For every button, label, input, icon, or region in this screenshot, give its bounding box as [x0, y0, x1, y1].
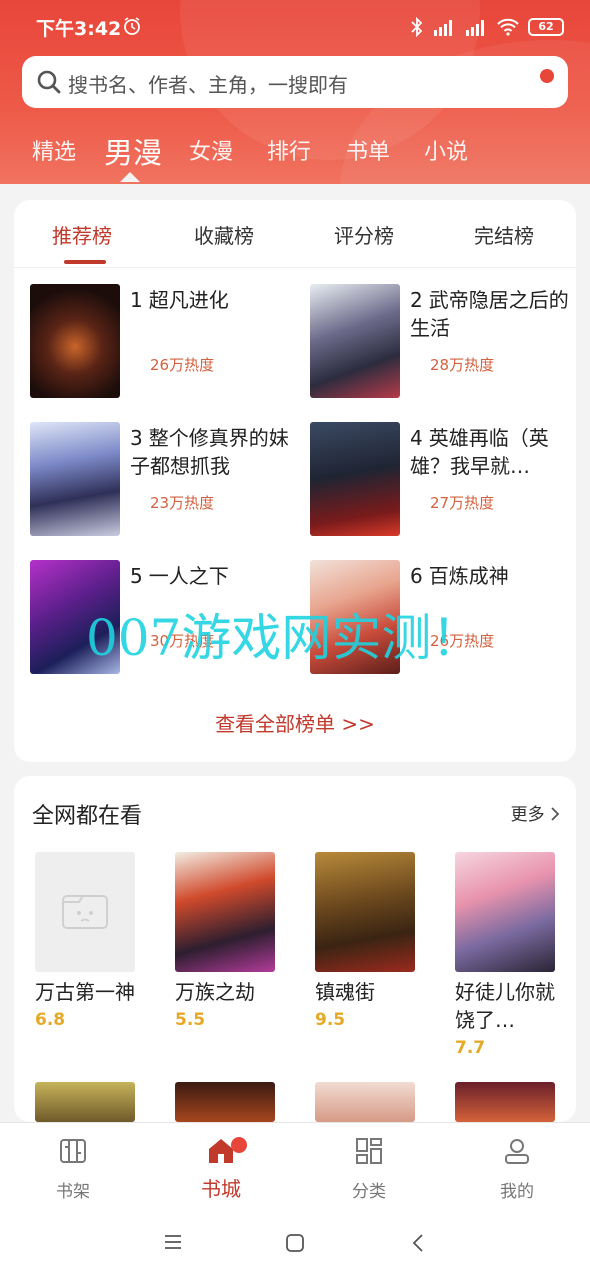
search-bar[interactable]: 搜书名、作者、主角，一搜即有	[22, 56, 568, 108]
nav-profile[interactable]: 我的	[462, 1135, 572, 1202]
search-icon	[37, 70, 61, 94]
signal-icon	[466, 20, 484, 36]
back-icon[interactable]	[408, 1232, 430, 1254]
grid-icon	[356, 1138, 382, 1164]
bookshelf-icon	[60, 1139, 86, 1163]
search-input[interactable]: 搜书名、作者、主角，一搜即有	[68, 69, 348, 98]
ranking-tabs: 推荐榜 收藏榜 评分榜 完结榜	[14, 200, 576, 268]
book-name: 万族之劫	[175, 980, 255, 1004]
tab-favorites[interactable]: 收藏榜	[194, 220, 254, 249]
notification-dot	[540, 69, 554, 83]
tab-rating[interactable]: 评分榜	[334, 220, 394, 249]
system-navigation-bar	[0, 1208, 590, 1278]
book-score: 5.5	[175, 1010, 206, 1030]
bottom-navigation: 书架 书城 分类 我的	[0, 1122, 590, 1208]
nav-category[interactable]: 分类	[314, 1135, 424, 1202]
ranking-card: 推荐榜 收藏榜 评分榜 完结榜 1 超凡进化 26万热度 2 武帝隐居之后的生活 2…	[14, 200, 576, 762]
battery-indicator: 62	[528, 18, 564, 36]
status-bar: 下午3:42 62	[0, 0, 590, 54]
rank-title: 5 一人之下	[130, 564, 229, 588]
notification-dot	[231, 1137, 247, 1153]
status-time: 下午3:42	[36, 18, 122, 40]
wifi-icon	[497, 18, 519, 36]
nav-label: 分类	[352, 1182, 386, 1202]
tab-recommended[interactable]: 推荐榜	[52, 220, 112, 249]
tab-completed[interactable]: 完结榜	[474, 220, 534, 249]
nav-label: 书架	[56, 1182, 90, 1202]
book-score: 7.7	[455, 1038, 486, 1058]
rank-item[interactable]: 3 整个修真界的妹子都想抓我 23万热度	[30, 422, 300, 542]
book-cover-partial[interactable]	[315, 1082, 415, 1122]
book-item[interactable]: 万古第一神 6.8	[35, 852, 137, 1030]
rank-heat: 27万热度	[430, 494, 495, 512]
rank-heat: 26万热度	[150, 356, 215, 374]
signal-hd-icon	[434, 20, 452, 36]
watermark: 007游戏网实测！	[86, 609, 482, 667]
more-label: 更多	[510, 805, 545, 825]
chevron-right-icon	[551, 807, 560, 821]
rank-title: 1 超凡进化	[130, 288, 229, 312]
user-icon	[505, 1139, 529, 1164]
tab-featured[interactable]: 精选	[32, 134, 76, 166]
book-item[interactable]: 万族之劫 5.5	[175, 852, 277, 1030]
book-cover	[455, 852, 555, 972]
book-name: 万古第一神	[35, 980, 135, 1004]
nav-label: 我的	[500, 1182, 534, 1202]
book-cover-partial[interactable]	[175, 1082, 275, 1122]
trending-card: 全网都在看 更多 万古第一神 6.8 万族之劫 5.5 镇魂街 9.5 好徒儿你…	[14, 776, 576, 1122]
book-name: 镇魂街	[315, 980, 375, 1004]
rank-heat: 28万热度	[430, 356, 495, 374]
alarm-icon	[124, 17, 140, 35]
section-title: 全网都在看	[32, 804, 143, 829]
book-cover	[30, 284, 120, 398]
rank-item[interactable]: 1 超凡进化 26万热度	[30, 284, 300, 404]
tab-booklist[interactable]: 书单	[346, 134, 390, 166]
header: 下午3:42 62 搜书名、作者、主角，一搜即有 精选 男漫 女漫 排行 书单 …	[0, 0, 590, 184]
more-link[interactable]: 更多	[511, 800, 560, 825]
rank-item[interactable]: 4 英雄再临（英雄？我早就… 27万热度	[310, 422, 580, 542]
book-cover	[35, 852, 135, 972]
tab-male-comics[interactable]: 男漫	[104, 130, 162, 172]
bluetooth-icon	[411, 17, 423, 37]
book-cover	[175, 852, 275, 972]
rank-tab-underline	[64, 260, 106, 264]
rank-title: 2 武帝隐居之后的生活	[410, 288, 569, 340]
book-cover-partial[interactable]	[455, 1082, 555, 1122]
view-all-rankings-link[interactable]: 查看全部榜单 >>	[14, 708, 576, 737]
book-cover	[30, 422, 120, 536]
menu-icon[interactable]	[162, 1232, 184, 1252]
nav-bookstore[interactable]: 书城	[166, 1135, 276, 1202]
active-tab-indicator	[120, 172, 140, 182]
book-cover	[310, 422, 400, 536]
rank-title: 3 整个修真界的妹子都想抓我	[130, 426, 289, 478]
book-name: 好徒儿你就饶了…	[455, 980, 555, 1032]
book-item[interactable]: 好徒儿你就饶了… 7.7	[455, 852, 557, 1058]
rank-title: 6 百炼成神	[410, 564, 509, 588]
book-item[interactable]: 镇魂街 9.5	[315, 852, 417, 1030]
book-cover-partial[interactable]	[35, 1082, 135, 1122]
category-tabs: 精选 男漫 女漫 排行 书单 小说	[0, 124, 590, 182]
rank-title: 4 英雄再临（英雄？我早就…	[410, 426, 549, 478]
rank-item[interactable]: 2 武帝隐居之后的生活 28万热度	[310, 284, 580, 404]
rank-heat: 23万热度	[150, 494, 215, 512]
home-button-icon[interactable]	[284, 1232, 306, 1254]
book-cover	[310, 284, 400, 398]
tab-novel[interactable]: 小说	[424, 134, 468, 166]
tab-female-comics[interactable]: 女漫	[189, 134, 233, 166]
book-score: 6.8	[35, 1010, 66, 1030]
nav-bookshelf[interactable]: 书架	[18, 1135, 128, 1202]
tab-ranking[interactable]: 排行	[267, 134, 311, 166]
book-score: 9.5	[315, 1010, 346, 1030]
image-placeholder-icon	[62, 895, 108, 929]
book-cover	[315, 852, 415, 972]
nav-label: 书城	[201, 1177, 241, 1201]
